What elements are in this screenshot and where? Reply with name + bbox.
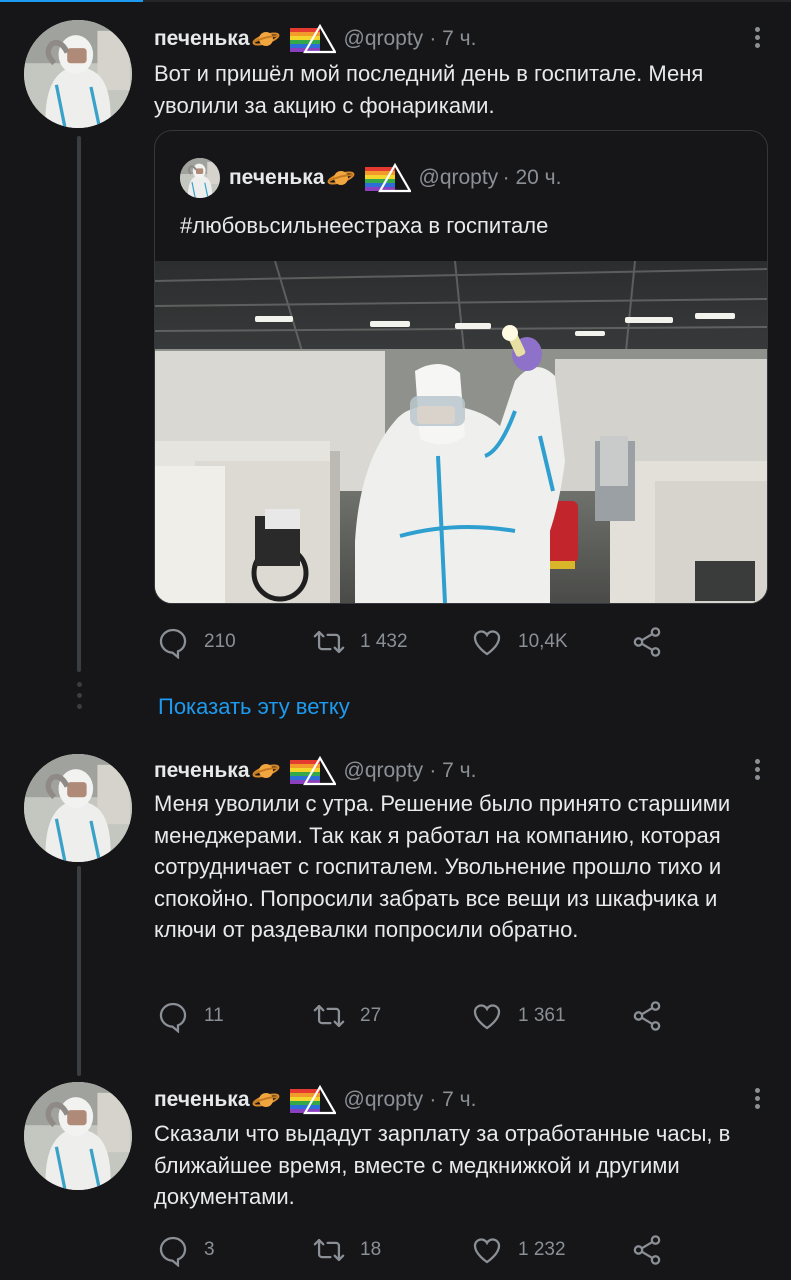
tweet-text: Вот и пришёл мой последний день в госпит… <box>154 61 704 118</box>
like-icon <box>473 1238 501 1264</box>
reply-count: 11 <box>204 1005 224 1026</box>
avatar[interactable] <box>24 754 132 862</box>
user-handle[interactable]: @qropty <box>344 1088 424 1112</box>
rainbow-triangle-flag-icon <box>289 755 337 786</box>
like-count: 1 232 <box>518 1239 566 1260</box>
like-icon <box>473 1004 501 1030</box>
tweet-photo[interactable] <box>155 261 767 603</box>
like-button[interactable]: 1 361 <box>470 996 566 1036</box>
thread-gap-dots <box>75 682 83 715</box>
planet-emoji-icon <box>252 28 280 50</box>
like-button[interactable]: 1 232 <box>470 1230 566 1270</box>
reply-count: 3 <box>204 1239 215 1260</box>
timestamp[interactable]: · 7 ч. <box>429 759 476 783</box>
timestamp[interactable]: · 7 ч. <box>429 27 476 51</box>
retweet-button[interactable]: 1 432 <box>312 622 408 662</box>
retweet-icon <box>313 1238 345 1262</box>
reply-icon <box>159 1236 187 1267</box>
like-button[interactable]: 10,4K <box>470 622 568 662</box>
share-icon <box>633 1235 661 1265</box>
retweet-icon <box>313 1004 345 1028</box>
tweet-text: Сказали что выдадут зарплату за отработа… <box>154 1121 731 1209</box>
reply-count: 210 <box>204 631 236 652</box>
retweet-count: 1 432 <box>360 631 408 652</box>
planet-emoji-icon <box>252 760 280 782</box>
timestamp: · 20 ч. <box>502 166 562 189</box>
avatar[interactable] <box>24 1082 132 1190</box>
show-thread-link[interactable]: Показать эту ветку <box>158 694 350 720</box>
thread-line <box>77 866 81 1076</box>
rainbow-triangle-flag-icon <box>289 1084 337 1115</box>
retweet-icon <box>313 630 345 654</box>
planet-emoji-icon <box>327 167 355 189</box>
reply-icon <box>159 628 187 659</box>
avatar[interactable] <box>24 20 132 128</box>
like-count: 1 361 <box>518 1005 566 1026</box>
share-icon <box>633 627 661 657</box>
tweet-text: Меня уволили с утра. Решение было принят… <box>154 791 731 942</box>
retweet-count: 27 <box>360 1005 382 1026</box>
reply-button[interactable]: 3 <box>156 1230 215 1270</box>
retweet-count: 18 <box>360 1239 382 1260</box>
rainbow-triangle-flag-icon <box>364 162 412 193</box>
tweet-header: печенька @qropty · 7 ч. <box>154 23 476 54</box>
share-button[interactable] <box>630 1230 664 1270</box>
planet-emoji-icon <box>252 1089 280 1111</box>
user-handle: @qropty <box>418 166 499 189</box>
display-name: печенька <box>229 166 325 189</box>
retweet-button[interactable]: 18 <box>312 1230 381 1270</box>
share-button[interactable] <box>630 622 664 662</box>
reply-button[interactable]: 11 <box>156 996 224 1036</box>
like-count: 10,4K <box>518 631 568 652</box>
quoted-tweet[interactable]: печенька @qropty · 20 ч. #любовьсильнеес… <box>154 130 768 604</box>
timestamp[interactable]: · 7 ч. <box>429 1088 476 1112</box>
like-icon <box>473 630 501 656</box>
quoted-tweet-text: #любовьсильнеестраха в госпитале <box>180 213 549 238</box>
rainbow-triangle-flag-icon <box>289 23 337 54</box>
user-handle[interactable]: @qropty <box>344 759 424 783</box>
top-tab-indicator <box>0 0 791 2</box>
more-icon[interactable] <box>751 1085 763 1115</box>
avatar <box>180 158 220 198</box>
display-name[interactable]: печенька <box>154 27 250 51</box>
reply-button[interactable]: 210 <box>156 622 236 662</box>
display-name[interactable]: печенька <box>154 759 250 783</box>
reply-icon <box>159 1002 187 1033</box>
active-tab-underline <box>0 0 143 2</box>
retweet-button[interactable]: 27 <box>312 996 381 1036</box>
more-icon[interactable] <box>751 756 763 786</box>
quoted-tweet-header: печенька @qropty · 20 ч. <box>229 162 562 193</box>
thread-line <box>77 136 81 672</box>
share-button[interactable] <box>630 996 664 1036</box>
display-name[interactable]: печенька <box>154 1088 250 1112</box>
more-icon[interactable] <box>751 24 763 54</box>
tweet-actions: 210 1 432 10,4K <box>154 622 754 662</box>
share-icon <box>633 1001 661 1031</box>
tweet-actions: 3 18 1 232 <box>154 1230 754 1270</box>
tweet-actions: 11 27 1 361 <box>154 996 754 1036</box>
user-handle[interactable]: @qropty <box>344 27 424 51</box>
tweet-header: печенька @qropty · 7 ч. <box>154 755 476 786</box>
tweet-header: печенька @qropty · 7 ч. <box>154 1084 476 1115</box>
